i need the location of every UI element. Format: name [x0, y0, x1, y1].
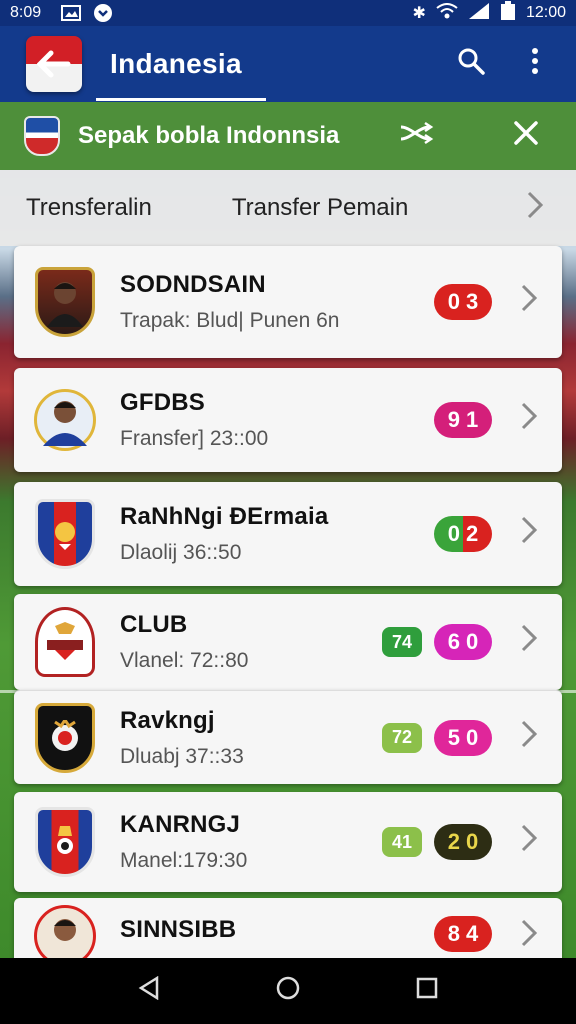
- signal-icon: [468, 2, 490, 25]
- gallery-icon: [60, 4, 82, 22]
- recents-icon[interactable]: [407, 976, 447, 1007]
- list-item[interactable]: CLUB Vlanel: 72::80 74 6 0: [14, 594, 562, 690]
- player-photo: [32, 264, 98, 340]
- system-nav-bar: [0, 958, 576, 1024]
- player-photo: [32, 382, 98, 458]
- list-item[interactable]: RaNhNgi ÐErmaia Dlaolij 36::50 0 2: [14, 482, 562, 586]
- shuffle-icon[interactable]: [398, 119, 434, 154]
- chevron-right-icon[interactable]: [520, 623, 538, 661]
- score-badge: 8 4: [434, 916, 492, 952]
- chevron-right-icon[interactable]: [520, 515, 538, 553]
- score-badge: 0 2: [434, 516, 492, 552]
- score-badge: 0 3: [434, 284, 492, 320]
- back-arrow-icon[interactable]: [26, 36, 82, 92]
- chevron-right-icon[interactable]: [520, 283, 538, 321]
- section-title: Sepak bobla Indonnsia: [78, 122, 340, 149]
- chevron-right-icon[interactable]: [526, 190, 544, 227]
- tab-transferalin[interactable]: Trensferalin: [26, 194, 152, 222]
- battery-icon: [500, 0, 516, 26]
- search-icon[interactable]: [456, 47, 486, 82]
- item-name: GFDBS: [120, 389, 205, 416]
- chevron-right-icon[interactable]: [520, 719, 538, 757]
- section-header: Sepak bobla Indonnsia: [0, 102, 576, 170]
- item-subtitle: Fransfer] 23::00: [120, 427, 269, 450]
- federation-crest-icon: [24, 116, 60, 156]
- list-item[interactable]: GFDBS Fransfer] 23::00 9 1: [14, 368, 562, 472]
- player-photo: [32, 905, 98, 967]
- rating-badge: 72: [382, 722, 422, 753]
- status-clock: 12:00: [525, 4, 566, 21]
- bluetooth-icon: ✱: [412, 5, 426, 22]
- item-name: KANRNGJ: [120, 811, 241, 838]
- score-badge: 9 1: [434, 402, 492, 438]
- score-badge: 6 0: [434, 624, 492, 660]
- wifi-icon: [436, 2, 458, 24]
- club-crest: [32, 604, 98, 680]
- score-badge: 2 0: [434, 824, 492, 860]
- item-subtitle: Dluabj 37::33: [120, 744, 244, 768]
- item-name: Ravkngj: [120, 706, 215, 734]
- list-item[interactable]: KANRNGJ Manel:179:30 41 2 0: [14, 792, 562, 892]
- close-icon[interactable]: [508, 120, 544, 153]
- chevron-right-icon[interactable]: [520, 918, 538, 956]
- item-name: SODNDSAIN: [120, 271, 266, 298]
- item-name: RaNhNgi ÐErmaia: [120, 503, 329, 530]
- item-subtitle: Vlanel: 72::80: [120, 649, 249, 672]
- item-subtitle: Dlaolij 36::50: [120, 541, 242, 564]
- transfer-tabs: Trensferalin Transfer Pemain: [0, 170, 576, 246]
- list-item[interactable]: SODNDSAIN Trapak: Blud| Punen 6n 0 3: [14, 246, 562, 358]
- chevron-circle-icon: [92, 4, 114, 22]
- more-vert-icon[interactable]: [520, 47, 550, 82]
- list-item[interactable]: Ravkngj Dluabj 37::33 72 5 0: [14, 690, 562, 784]
- app-title: Indanesia: [110, 48, 242, 79]
- item-subtitle: Manel:179:30: [120, 849, 248, 872]
- home-icon[interactable]: [268, 975, 308, 1008]
- transfer-list: SODNDSAIN Trapak: Blud| Punen 6n 0 3 GFD…: [14, 246, 562, 968]
- rating-badge: 74: [382, 627, 422, 657]
- app-bar: Indanesia: [0, 26, 576, 102]
- chevron-right-icon[interactable]: [520, 401, 538, 439]
- club-crest: [32, 496, 98, 572]
- status-bar: 8:09 ✱ 12:00: [0, 0, 576, 26]
- item-name: SINNSIBB: [120, 916, 237, 943]
- rating-badge: 41: [382, 827, 422, 857]
- status-time: 8:09: [10, 4, 42, 21]
- chevron-right-icon[interactable]: [520, 823, 538, 861]
- tab-indicator: [96, 98, 266, 101]
- score-badge: 5 0: [434, 719, 492, 756]
- club-crest: [32, 804, 98, 880]
- tab-transfer-pemain[interactable]: Transfer Pemain: [232, 194, 409, 222]
- item-subtitle: Trapak: Blud| Punen 6n: [120, 309, 340, 332]
- item-name: CLUB: [120, 611, 188, 638]
- back-icon[interactable]: [129, 975, 169, 1007]
- club-crest: [32, 700, 98, 776]
